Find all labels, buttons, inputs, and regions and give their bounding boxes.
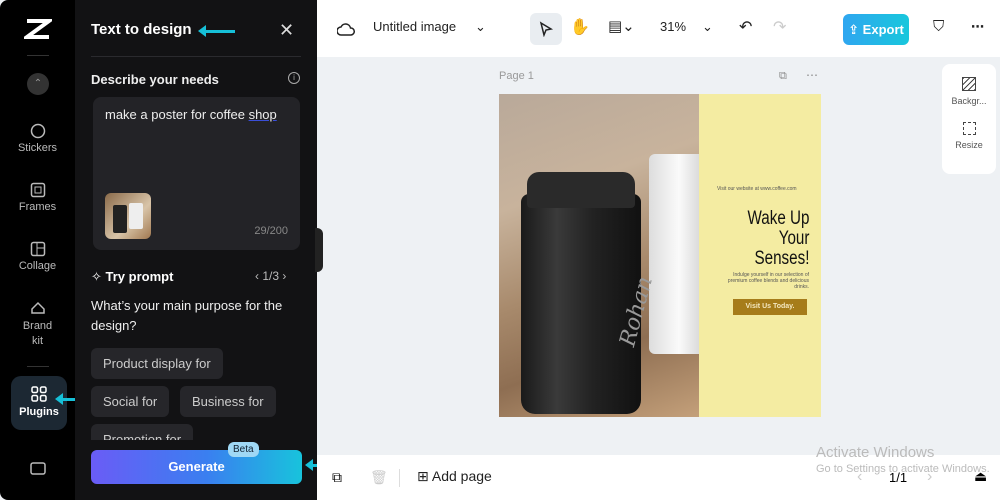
generate-button[interactable]: Generate	[91, 450, 302, 484]
prompt-text-spellcheck: shop	[248, 107, 277, 122]
rail-item-collage[interactable]: Collage	[0, 241, 75, 272]
duplicate-page-icon[interactable]: ⧉	[779, 70, 787, 83]
plugins-grid-icon	[31, 386, 47, 402]
page-more-icon[interactable]: ⋯	[806, 68, 818, 82]
layout-icon[interactable]: ▤⌄	[608, 17, 635, 35]
poster-cta: Visit Us Today.	[733, 299, 807, 315]
chip-business[interactable]: Business for	[180, 386, 276, 417]
divider	[399, 469, 400, 487]
panel-collapse-handle[interactable]	[315, 228, 323, 272]
delete-page-icon[interactable]: 🗑	[370, 469, 388, 486]
background-tool[interactable]: Backgr...	[942, 64, 996, 106]
background-icon	[962, 77, 976, 91]
file-menu-chevron-icon[interactable]: ⌄	[475, 19, 486, 35]
headline-line: Wake Up	[747, 208, 809, 229]
rail-label: Plugins	[19, 406, 59, 418]
add-page-button[interactable]: ⊞ Add page	[417, 468, 492, 485]
icon-rail: ⌃ Stickers Frames Collage Brand kit Plug…	[0, 0, 75, 500]
rail-item-frames[interactable]: Frames	[0, 182, 75, 213]
black-tumbler	[521, 194, 641, 414]
poster-website: Visit our website at www.coffee.com	[717, 186, 797, 192]
poster-headline: Wake Up Your Senses!	[747, 209, 809, 269]
divider	[27, 55, 49, 56]
keyboard-icon[interactable]	[30, 462, 46, 476]
divider	[27, 366, 49, 367]
resize-tool[interactable]: Resize	[942, 106, 996, 150]
rail-item-brand-kit[interactable]: Brand kit	[0, 300, 75, 349]
divider	[91, 56, 301, 57]
page-label: Page 1	[499, 70, 534, 82]
redo-icon[interactable]: ↷	[773, 17, 786, 37]
scroll-up-button[interactable]: ⌃	[27, 73, 49, 95]
resize-icon	[962, 122, 976, 135]
rail-label: Frames	[18, 201, 57, 213]
try-prompt-label: Try prompt	[105, 269, 174, 284]
hand-tool-icon[interactable]: ✋	[570, 17, 590, 37]
chip-social[interactable]: Social for	[91, 386, 170, 417]
collage-icon	[30, 241, 45, 257]
poster-photo: Rohan	[499, 94, 709, 417]
side-tool-label: Backgr...	[951, 96, 987, 106]
headline-line: Senses!	[754, 248, 809, 269]
export-button[interactable]: ⇪ Export	[843, 14, 909, 45]
prompt-textarea[interactable]: make a poster for coffee shop 29/200	[93, 97, 300, 250]
windows-watermark-subtitle: Go to Settings to activate Windows.	[816, 463, 990, 475]
windows-watermark-title: Activate Windows	[816, 444, 935, 461]
capcut-logo-icon	[24, 19, 52, 39]
poster-canvas[interactable]: Rohan Visit our website at www.coffee.co…	[499, 94, 821, 417]
side-tools: Backgr... Resize	[942, 64, 996, 174]
describe-label: Describe your needs	[91, 72, 219, 87]
rail-label: Brand kit	[22, 320, 53, 347]
undo-icon[interactable]: ↶	[739, 17, 752, 37]
reference-image-thumbnail[interactable]	[105, 193, 151, 239]
add-page-icon: ⊞	[417, 468, 432, 484]
file-name[interactable]: Untitled image	[373, 19, 456, 34]
headline-line: Your	[778, 228, 809, 249]
rail-label: Stickers	[17, 142, 58, 154]
cloud-saved-icon[interactable]	[337, 22, 355, 36]
export-label: Export	[862, 22, 904, 37]
poster-text-panel: Visit our website at www.coffee.com Wake…	[699, 94, 821, 417]
top-toolbar: Untitled image ⌄ ✋ ▤⌄ 31% ⌄ ↶ ↷ ⇪ Export…	[317, 0, 1000, 57]
bottom-bar: ⧉ 🗑 ⊞ Add page ‹ 1/1 › ⏏	[317, 455, 1000, 500]
zoom-chevron-icon[interactable]: ⌄	[702, 19, 713, 35]
more-options-icon[interactable]: ⋯	[971, 19, 984, 35]
annotation-arrow	[198, 25, 235, 37]
next-prompt-button[interactable]: ›	[279, 269, 286, 283]
add-page-label: Add page	[431, 468, 492, 484]
upload-icon: ⇪	[848, 22, 863, 37]
side-tool-label: Resize	[955, 140, 983, 150]
frame-icon	[30, 182, 45, 198]
brand-kit-icon	[30, 301, 45, 314]
poster-tagline: Indulge yourself in our selection of pre…	[727, 272, 809, 290]
cursor-icon	[539, 21, 554, 38]
char-count: 29/200	[254, 225, 288, 237]
panel-title: Text to design	[91, 21, 192, 38]
prompt-text: make a poster for coffee	[105, 107, 249, 122]
chip-product-display[interactable]: Product display for	[91, 348, 223, 379]
zoom-level[interactable]: 31%	[660, 19, 686, 34]
info-icon[interactable]: i	[288, 72, 300, 84]
close-icon[interactable]: ✕	[279, 20, 294, 41]
beta-badge: Beta	[228, 442, 259, 457]
sticker-icon	[30, 123, 45, 139]
sparkle-icon: ✧	[91, 269, 106, 284]
duplicate-page-button[interactable]: ⧉	[332, 469, 342, 486]
tumbler-lid	[527, 172, 635, 208]
shield-icon[interactable]: ⛉	[933, 18, 944, 35]
prompt-question: What’s your main purpose for the design?	[91, 298, 283, 333]
select-tool-button[interactable]	[530, 13, 562, 45]
text-to-design-panel: Text to design ✕ Describe your needs i m…	[75, 0, 317, 500]
prompt-pager: 1/3	[262, 269, 280, 283]
rail-item-stickers[interactable]: Stickers	[0, 123, 75, 154]
rail-label: Collage	[18, 260, 57, 272]
